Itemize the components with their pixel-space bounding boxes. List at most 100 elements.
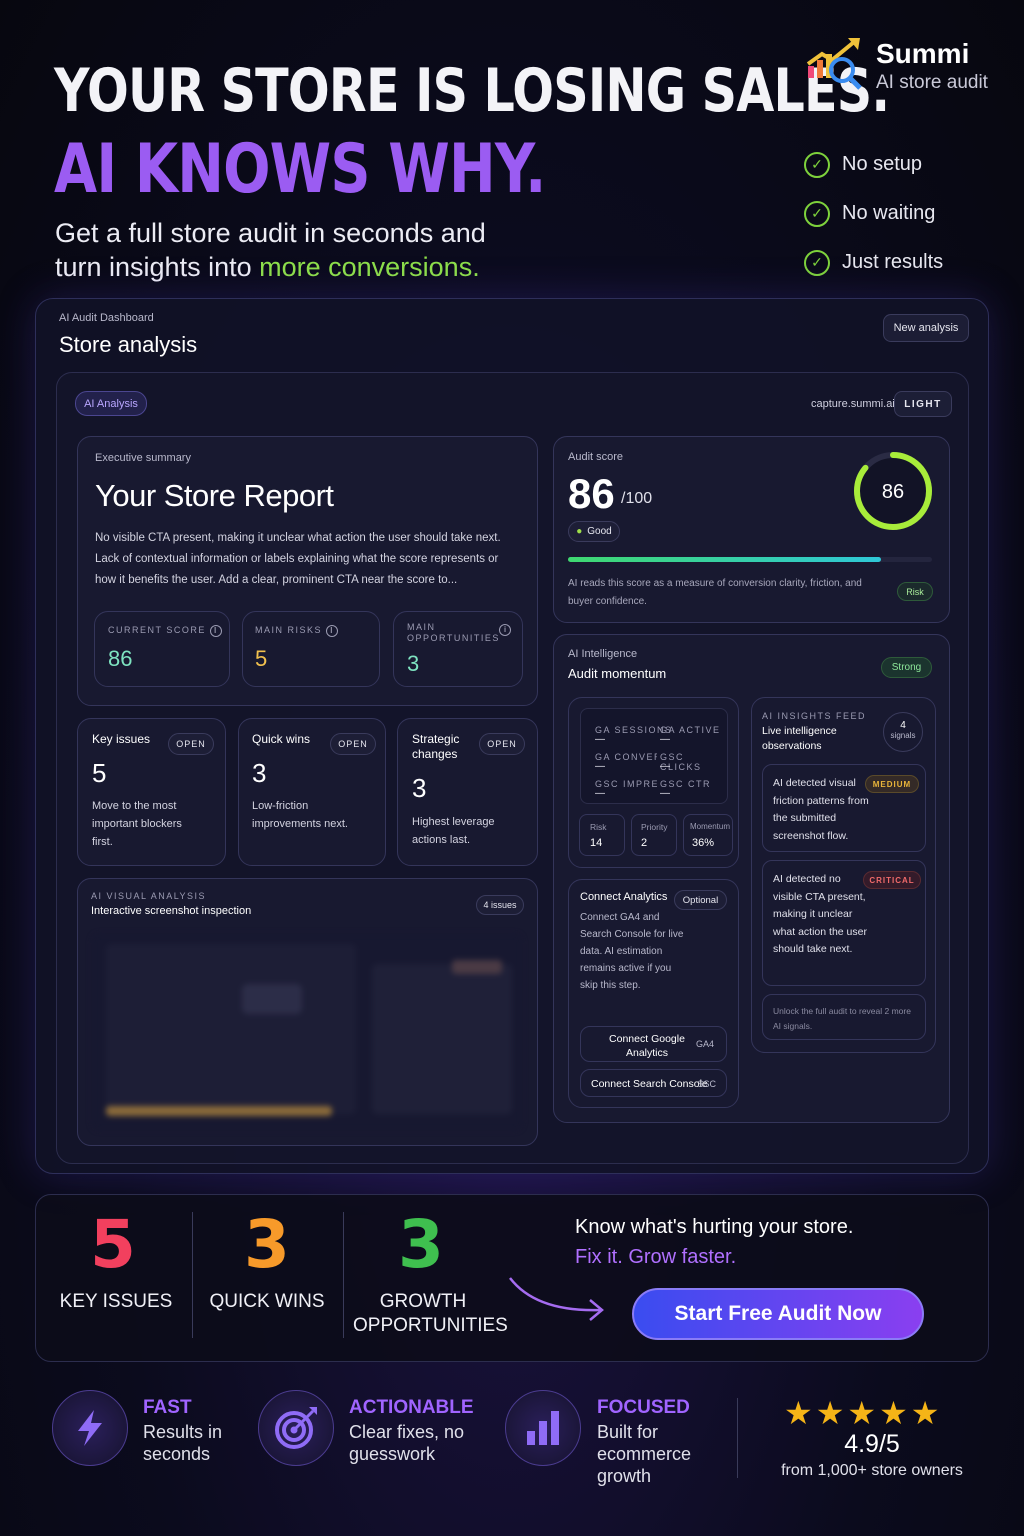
screenshot-preview[interactable] (92, 934, 522, 1130)
score-value: 86 (568, 470, 615, 517)
grid-value: — (595, 788, 605, 799)
strong-tag: Strong (881, 657, 932, 678)
open-button[interactable]: OPEN (479, 733, 525, 755)
metric-value: 5 (255, 646, 268, 671)
metric-label: MAIN RISKS i (255, 625, 339, 637)
new-analysis-button[interactable]: New analysis (883, 314, 969, 342)
ring-value: 86 (882, 481, 904, 503)
feed-title: Live intelligence observations (762, 725, 837, 752)
visual-kicker: AI VISUAL ANALYSIS (91, 891, 207, 901)
mini-stat-risk: Risk 14 (579, 814, 625, 856)
insight-item[interactable]: AI detected no visible CTA present, maki… (762, 860, 926, 986)
ssc-tag: SSC (697, 1079, 716, 1089)
score-ring: 86 (854, 452, 932, 530)
stat-divider (343, 1212, 344, 1338)
rating-score: 4.9/5 (844, 1430, 900, 1458)
summi-logo-icon (806, 38, 862, 90)
severity-tag: CRITICAL (863, 871, 921, 889)
headline-line2: AI KNOWS WHY. (54, 130, 546, 209)
open-button[interactable]: OPEN (330, 733, 376, 755)
unlock-note[interactable]: Unlock the full audit to reveal 2 more A… (762, 994, 926, 1040)
issue-card-desc: Low-friction improvements next. (252, 800, 348, 830)
feed-kicker: AI INSIGHTS FEED (762, 711, 867, 721)
ai-analysis-badge: AI Analysis (75, 391, 147, 416)
issue-card-desc: Move to the most important blockers firs… (92, 800, 182, 848)
score-progress-track (568, 557, 932, 562)
severity-tag: MEDIUM (865, 775, 919, 793)
visual-title: Interactive screenshot inspection (91, 905, 252, 917)
feature-text: Results in seconds (143, 1422, 223, 1464)
bar-chart-icon (505, 1390, 581, 1466)
mini-stat-priority: Priority 2 (631, 814, 677, 856)
brand: Summi AI store audit (804, 36, 1004, 96)
score-note: AI reads this score as a measure of conv… (568, 578, 862, 607)
grid-label: GSC CLICKS (660, 752, 702, 772)
insight-item[interactable]: AI detected visual friction patterns fro… (762, 764, 926, 852)
insight-text: AI detected visual friction patterns fro… (773, 777, 869, 842)
rating-stars: ★★★★★ (784, 1394, 942, 1432)
checklist-item: ✓ No waiting (804, 189, 943, 238)
feature-text: Clear fixes, no guesswork (349, 1422, 465, 1464)
pitch-line1: Know what's hurting your store. (575, 1216, 854, 1238)
info-icon[interactable]: i (326, 625, 339, 637)
mini-stat-momentum: Momentum 36% (683, 814, 733, 856)
issue-card-value: 3 (412, 773, 427, 803)
issues-count-badge: 4 issues (476, 895, 524, 915)
issue-card-desc: Highest leverage actions last. (412, 816, 495, 846)
connect-search-console-button[interactable]: Connect Search Console SSC (580, 1069, 727, 1097)
stat-key-issues-value: 5 (90, 1206, 136, 1283)
score-max: /100 (621, 490, 653, 507)
target-icon (258, 1390, 334, 1466)
risk-tag: Risk (897, 582, 933, 601)
metric-label: MAIN OPPORTUNITIES (407, 622, 500, 643)
issue-card-title: Quick wins (252, 732, 311, 746)
star-icon: ★ (847, 1394, 877, 1432)
stat-growth-label: GROWTH OPPORTUNITIES (353, 1291, 508, 1336)
issue-card-title: Strategic changes (412, 732, 460, 761)
checklist-item: ✓ No setup (804, 140, 943, 189)
feature-title: FOCUSED (597, 1397, 690, 1418)
light-mode-button[interactable]: LIGHT (894, 391, 952, 417)
stat-quick-wins-label: QUICK WINS (209, 1291, 325, 1312)
star-icon: ★ (910, 1394, 940, 1432)
grid-value: — (660, 788, 670, 799)
connect-title: Connect Analytics (580, 891, 668, 903)
check-icon: ✓ (804, 151, 830, 178)
capture-domain: capture.summi.ai (811, 398, 895, 410)
metric-value: 3 (407, 651, 420, 676)
status-badge: ● Good (568, 521, 620, 542)
info-icon[interactable]: i (209, 625, 222, 637)
star-icon: ★ (815, 1394, 845, 1432)
arrow-icon (509, 1277, 604, 1321)
grid-value: — (595, 761, 605, 772)
feature-title: FAST (143, 1397, 192, 1418)
feature-title: ACTIONABLE (349, 1397, 474, 1418)
headline-line1: YOUR STORE IS LOSING SALES. (54, 56, 890, 126)
button-label: Connect Search Console (591, 1078, 708, 1090)
check-icon: ✓ (804, 200, 830, 227)
button-label: Connect Google Analytics (609, 1033, 685, 1059)
pitch-line2: Fix it. Grow faster. (575, 1246, 737, 1268)
brand-name: Summi (876, 38, 970, 69)
stat-key-issues-label: KEY ISSUES (59, 1291, 173, 1312)
report-title: Your Store Report (95, 478, 334, 513)
grid-value: — (595, 734, 605, 745)
start-free-audit-button[interactable]: Start Free Audit Now (632, 1288, 924, 1340)
dashboard-title: Store analysis (59, 332, 198, 357)
brand-tagline: AI store audit (876, 72, 988, 93)
info-icon[interactable]: i (499, 624, 511, 636)
summary-kicker: Executive summary (95, 452, 191, 464)
momentum-kicker: AI Intelligence (568, 648, 638, 660)
grid-value: — (660, 734, 670, 745)
insight-text: AI detected no visible CTA present, maki… (773, 873, 867, 955)
issue-card-title: Key issues (92, 732, 151, 746)
stat-divider (192, 1212, 193, 1338)
open-button[interactable]: OPEN (168, 733, 214, 755)
star-icon: ★ (879, 1394, 908, 1432)
summary-body: No visible CTA present, making it unclea… (95, 532, 501, 586)
grid-value: — (660, 761, 670, 772)
ga4-tag: GA4 (695, 1039, 714, 1049)
connect-body: Connect GA4 and Search Console for live … (580, 912, 684, 991)
momentum-title: Audit momentum (568, 666, 667, 681)
connect-google-analytics-button[interactable]: Connect Google Analytics GA4 (580, 1026, 727, 1062)
